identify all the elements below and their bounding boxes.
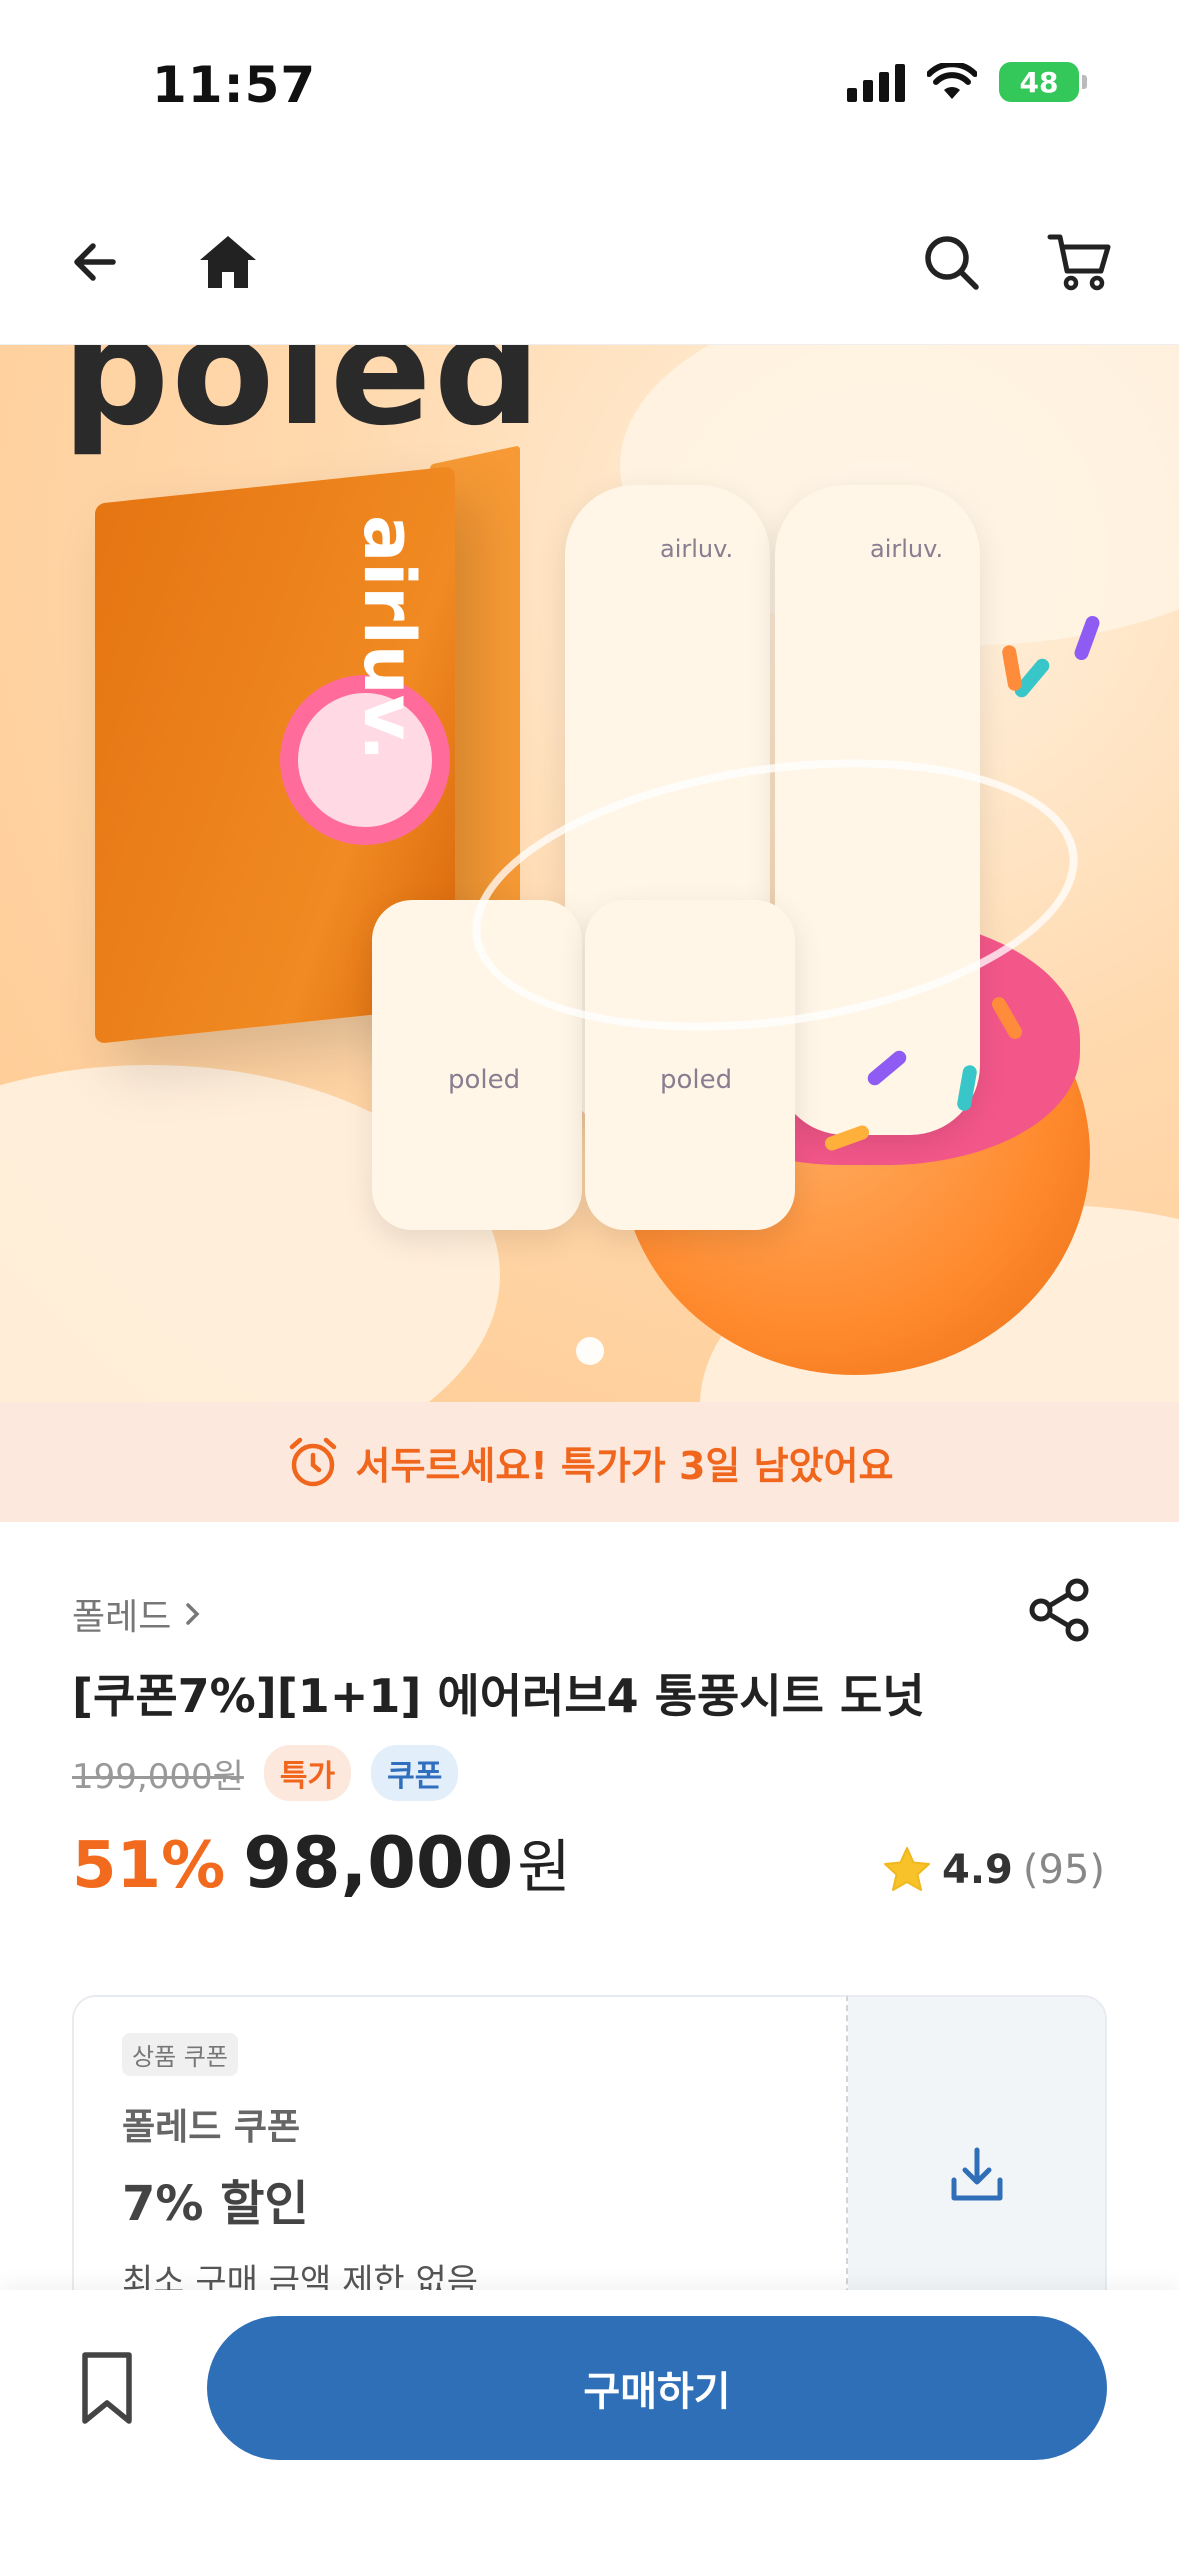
status-bar: 11:57 48 xyxy=(0,0,1179,175)
original-price-row: 199,000원 특가 쿠폰 xyxy=(72,1745,459,1801)
promo-text: 서두르세요! 특가가 3일 남았어요 xyxy=(355,1443,894,1488)
seat-label-left: airluv. xyxy=(660,535,734,563)
bookmark-icon xyxy=(82,2352,132,2424)
home-icon xyxy=(200,236,256,288)
review-count: (95) xyxy=(1022,1847,1105,1893)
wifi-icon xyxy=(927,63,977,99)
buy-button[interactable]: 구매하기 xyxy=(207,2316,1107,2460)
brand-link[interactable]: 폴레드 xyxy=(72,1588,207,1640)
discount-rate: 51% xyxy=(72,1829,226,1903)
sale-badge: 특가 xyxy=(263,1745,352,1801)
sale-price: 98,000 xyxy=(243,1822,514,1904)
currency-unit: 원 xyxy=(517,1833,571,1901)
cart-button[interactable] xyxy=(1035,217,1125,307)
original-price: 199,000원 xyxy=(72,1756,244,1797)
alarm-clock-icon xyxy=(289,1437,336,1487)
battery-icon: 48 xyxy=(999,62,1087,102)
status-time: 11:57 xyxy=(152,56,317,114)
carousel-page-indicator xyxy=(576,1337,604,1365)
promo-banner: 서두르세요! 특가가 3일 남았어요 xyxy=(0,1402,1179,1522)
pad-label-left: poled xyxy=(448,1065,521,1095)
seat-label-right: airluv. xyxy=(870,535,944,563)
battery-level: 48 xyxy=(1019,65,1059,99)
coupon-type-tag: 상품 쿠폰 xyxy=(122,2033,238,2076)
back-arrow-icon xyxy=(74,243,116,281)
hero-brand-logo: poled xyxy=(62,345,543,459)
bottom-action-bar: 구매하기 xyxy=(0,2290,1179,2556)
sale-price-row: 51% 98,000 원 xyxy=(72,1820,571,1904)
home-button[interactable] xyxy=(183,217,273,307)
status-icons: 48 xyxy=(847,62,1087,102)
chevron-right-icon xyxy=(186,1603,200,1625)
cart-icon xyxy=(1047,234,1111,291)
coupon-brand: 폴레드 쿠폰 xyxy=(122,2107,301,2148)
share-button[interactable] xyxy=(1020,1570,1100,1650)
download-icon xyxy=(951,2147,1002,2201)
rating-value: 4.9 xyxy=(942,1847,1013,1893)
product-image-carousel[interactable]: poled airluv. airluv. airluv. poled pole… xyxy=(0,345,1179,1402)
bookmark-button[interactable] xyxy=(62,2338,152,2438)
search-icon xyxy=(925,236,979,290)
pad-label-right: poled xyxy=(660,1065,733,1095)
rating-summary[interactable]: 4.9 (95) xyxy=(882,1845,1105,1895)
product-title: [쿠폰7%][1+1] 에어러브4 통풍시트 도넛 xyxy=(72,1669,925,1723)
coupon-badge: 쿠폰 xyxy=(371,1745,459,1801)
star-icon xyxy=(884,1847,931,1891)
brand-name: 폴레드 xyxy=(72,1597,172,1638)
back-button[interactable] xyxy=(50,217,140,307)
coupon-discount: 7% 할인 xyxy=(122,2176,309,2232)
box-brand-text: airluv. xyxy=(348,515,430,762)
share-icon xyxy=(1029,1578,1089,1642)
cellular-signal-icon xyxy=(847,62,905,102)
top-nav-bar xyxy=(0,175,1179,345)
search-button[interactable] xyxy=(906,217,996,307)
